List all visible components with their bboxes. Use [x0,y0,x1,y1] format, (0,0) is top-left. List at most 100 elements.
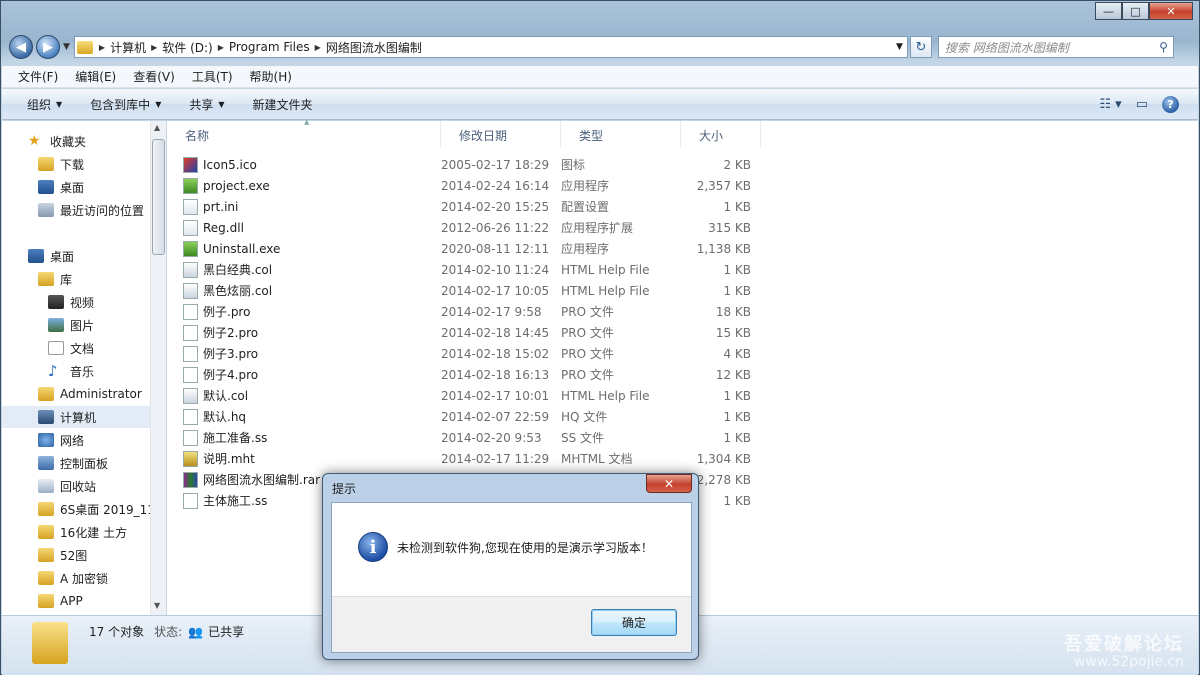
mhtml-file-icon [183,450,198,467]
nav-computer[interactable]: 计算机 [2,406,150,428]
back-button[interactable]: ◀ [9,35,33,59]
breadcrumb-program-files[interactable]: Program Files [229,40,310,54]
file-type: HTML Help File [561,283,650,298]
close-button[interactable]: ✕ [1149,2,1193,20]
organize-button[interactable]: 组织 ▼ [27,96,62,113]
breadcrumb-computer[interactable]: 计算机 [110,39,146,56]
column-name[interactable]: ▲ 名称 [167,118,441,147]
file-name: 默认.hq [203,410,247,424]
new-folder-button[interactable]: 新建文件夹 [253,96,313,113]
file-row[interactable]: Reg.dll 2012-06-26 11:22 应用程序扩展 315 KB [183,217,751,238]
dialog-close-button[interactable]: ✕ [646,474,692,493]
file-date: 2014-02-24 16:14 [441,178,550,193]
file-type: HTML Help File [561,262,650,277]
file-row[interactable]: 例子3.pro 2014-02-18 15:02 PRO 文件 4 KB [183,343,751,364]
file-row[interactable]: 黑白经典.col 2014-02-10 11:24 HTML Help File 1 … [183,259,751,280]
file-size: 1 KB [723,409,751,424]
file-row[interactable]: Uninstall.exe 2020-08-11 12:11 应用程序 1,138 K… [183,238,751,259]
nav-network[interactable]: 网络 [2,429,150,451]
ok-button[interactable]: 确定 [591,609,677,636]
search-icon[interactable]: ⚲ [1159,40,1168,54]
file-row[interactable]: 例子4.pro 2014-02-18 16:13 PRO 文件 12 KB [183,364,751,385]
breadcrumb-drive[interactable]: 软件 (D:) [162,39,212,56]
nav-downloads[interactable]: 下载 [2,153,150,175]
refresh-button[interactable]: ↻ [909,36,932,58]
recycle-bin-icon [38,479,54,493]
file-row[interactable]: Icon5.ico 2005-02-17 18:29 图标 2 KB [183,154,751,175]
file-row[interactable]: 例子2.pro 2014-02-18 14:45 PRO 文件 15 KB [183,322,751,343]
message-dialog: 提示 ✕ i 未检测到软件狗,您现在使用的是演示学习版本！ 确定 [322,473,699,660]
maximize-button[interactable]: □ [1122,2,1149,20]
view-options-icon[interactable]: ☷ ▾ [1099,97,1121,112]
file-size: 1 KB [723,388,751,403]
file-size: 15 KB [715,325,751,340]
include-in-library-button[interactable]: 包含到库中 ▼ [90,96,161,113]
menu-file[interactable]: 文件(F) [18,68,58,85]
nav-recent-places[interactable]: 最近访问的位置 [2,199,150,221]
shared-users-icon: 👥 [188,624,204,639]
address-bar[interactable]: ▶ 计算机 ▶ 软件 (D:) ▶ Program Files ▶ 网络图流水图… [73,36,908,58]
recent-pages-dropdown[interactable]: ▼ [63,42,70,52]
file-size: 12 KB [715,367,751,382]
nav-pictures[interactable]: 图片 [2,314,150,336]
menu-edit[interactable]: 编辑(E) [75,68,116,85]
file-size: 2,357 KB [696,178,751,193]
file-row[interactable]: 黑色炫丽.col 2014-02-17 10:05 HTML Help File 1 … [183,280,751,301]
forward-button[interactable]: ▶ [36,35,60,59]
nav-folder[interactable]: 6S桌面 2019_11 [2,498,150,520]
dialog-message: 未检测到软件狗,您现在使用的是演示学习版本！ [397,540,653,555]
help-icon[interactable]: ? [1162,95,1179,113]
file-date: 2020-08-11 12:11 [441,241,550,256]
column-type[interactable]: 类型 [561,121,681,147]
column-headers: ▲ 名称 修改日期 类型 大小 [167,118,761,147]
nav-folder[interactable]: 52图 [2,544,150,566]
search-input[interactable]: 搜索 网络图流水图编制 ⚲ [937,36,1174,58]
file-row[interactable]: project.exe 2014-02-24 16:14 应用程序 2,357 KB [183,175,751,196]
share-button[interactable]: 共享 ▼ [189,96,224,113]
file-name: 默认.col [203,389,249,403]
nav-documents[interactable]: 文档 [2,337,150,359]
address-dropdown-icon[interactable]: ▼ [892,42,907,52]
file-row[interactable]: 默认.col 2014-02-17 10:01 HTML Help File 1 KB [183,385,751,406]
nav-desktop[interactable]: 桌面 [2,245,150,267]
file-date: 2014-02-07 22:59 [441,409,550,424]
nav-favorites[interactable]: ★ 收藏夹 [2,130,150,152]
icon-file-icon [183,156,198,173]
menu-tools[interactable]: 工具(T) [192,68,233,85]
file-date: 2014-02-18 15:02 [441,346,550,361]
column-date[interactable]: 修改日期 [441,121,561,147]
preview-pane-icon[interactable]: ▭ [1136,97,1148,112]
nav-scrollbar[interactable]: ▲ ▼ [150,121,166,615]
folder-icon [38,525,54,539]
nav-libraries[interactable]: 库 [2,268,150,290]
file-row[interactable]: prt.ini 2014-02-20 15:25 配置设置 1 KB [183,196,751,217]
nav-music[interactable]: ♪ 音乐 [2,360,150,382]
dialog-title: 提示 [332,482,357,496]
nav-folder[interactable]: A 加密锁 [2,567,150,589]
nav-videos[interactable]: 视频 [2,291,150,313]
nav-desktop-favorite[interactable]: 桌面 [2,176,150,198]
state-value: 已共享 [208,625,245,639]
chevron-down-icon: ▼ [218,99,225,109]
help-file-icon [183,261,198,278]
scroll-thumb[interactable] [152,139,165,255]
minimize-button[interactable]: — [1095,2,1122,20]
scroll-up-icon[interactable]: ▲ [154,123,160,132]
file-name: 主体施工.ss [203,494,268,508]
file-name: 网络图流水图编制.rar [203,473,321,487]
nav-control-panel[interactable]: 控制面板 [2,452,150,474]
column-size[interactable]: 大小 [681,121,761,147]
file-row[interactable]: 施工准备.ss 2014-02-20 9:53 SS 文件 1 KB [183,427,751,448]
scroll-down-icon[interactable]: ▼ [154,601,160,610]
music-note-icon: ♪ [48,362,58,380]
nav-administrator[interactable]: Administrator [2,383,150,405]
breadcrumb-current-folder[interactable]: 网络图流水图编制 [326,39,422,56]
nav-folder[interactable]: 16化建 土方 [2,521,150,543]
file-row[interactable]: 说明.mht 2014-02-17 11:29 MHTML 文档 1,304 KB [183,448,751,469]
menu-view[interactable]: 查看(V) [133,68,175,85]
menu-help[interactable]: 帮助(H) [250,68,292,85]
nav-folder[interactable]: APP [2,590,150,612]
file-row[interactable]: 例子.pro 2014-02-17 9:58 PRO 文件 18 KB [183,301,751,322]
file-row[interactable]: 默认.hq 2014-02-07 22:59 HQ 文件 1 KB [183,406,751,427]
nav-recycle-bin[interactable]: 回收站 [2,475,150,497]
